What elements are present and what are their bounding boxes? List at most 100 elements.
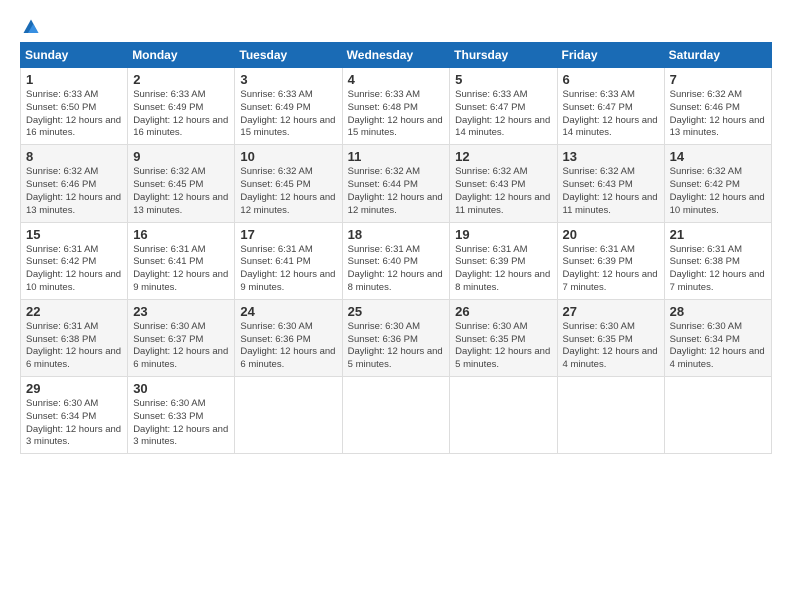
calendar-cell: 6 Sunrise: 6:33 AM Sunset: 6:47 PM Dayli… bbox=[557, 68, 664, 145]
day-info: Sunrise: 6:32 AM Sunset: 6:44 PM Dayligh… bbox=[348, 166, 445, 217]
day-number: 3 bbox=[240, 72, 336, 87]
day-info: Sunrise: 6:30 AM Sunset: 6:36 PM Dayligh… bbox=[240, 321, 336, 372]
calendar-cell: 18 Sunrise: 6:31 AM Sunset: 6:40 PM Dayl… bbox=[342, 222, 450, 299]
sunrise-label: Sunrise: 6:33 AM bbox=[563, 89, 635, 100]
sunset-label: Sunset: 6:39 PM bbox=[455, 256, 525, 267]
sunrise-label: Sunrise: 6:30 AM bbox=[133, 321, 205, 332]
daylight-label: Daylight: 12 hours and 16 minutes. bbox=[26, 115, 121, 139]
sunrise-label: Sunrise: 6:33 AM bbox=[26, 89, 98, 100]
calendar-week-row: 15 Sunrise: 6:31 AM Sunset: 6:42 PM Dayl… bbox=[21, 222, 772, 299]
calendar-cell: 2 Sunrise: 6:33 AM Sunset: 6:49 PM Dayli… bbox=[128, 68, 235, 145]
calendar-cell: 14 Sunrise: 6:32 AM Sunset: 6:42 PM Dayl… bbox=[664, 145, 771, 222]
day-number: 25 bbox=[348, 304, 445, 319]
calendar-cell: 16 Sunrise: 6:31 AM Sunset: 6:41 PM Dayl… bbox=[128, 222, 235, 299]
calendar-cell: 9 Sunrise: 6:32 AM Sunset: 6:45 PM Dayli… bbox=[128, 145, 235, 222]
sunrise-label: Sunrise: 6:31 AM bbox=[348, 244, 420, 255]
day-info: Sunrise: 6:30 AM Sunset: 6:35 PM Dayligh… bbox=[455, 321, 551, 372]
logo-icon bbox=[22, 18, 40, 36]
daylight-label: Daylight: 12 hours and 11 minutes. bbox=[563, 192, 658, 216]
sunrise-label: Sunrise: 6:32 AM bbox=[563, 166, 635, 177]
sunset-label: Sunset: 6:47 PM bbox=[455, 102, 525, 113]
calendar-cell bbox=[557, 377, 664, 454]
calendar-cell: 12 Sunrise: 6:32 AM Sunset: 6:43 PM Dayl… bbox=[450, 145, 557, 222]
day-info: Sunrise: 6:31 AM Sunset: 6:42 PM Dayligh… bbox=[26, 244, 122, 295]
sunrise-label: Sunrise: 6:30 AM bbox=[26, 398, 98, 409]
calendar-cell bbox=[450, 377, 557, 454]
day-info: Sunrise: 6:31 AM Sunset: 6:39 PM Dayligh… bbox=[455, 244, 551, 295]
day-number: 28 bbox=[670, 304, 766, 319]
daylight-label: Daylight: 12 hours and 5 minutes. bbox=[455, 346, 550, 370]
sunrise-label: Sunrise: 6:30 AM bbox=[563, 321, 635, 332]
weekday-header: Monday bbox=[128, 43, 235, 68]
sunset-label: Sunset: 6:43 PM bbox=[563, 179, 633, 190]
day-info: Sunrise: 6:32 AM Sunset: 6:45 PM Dayligh… bbox=[133, 166, 229, 217]
daylight-label: Daylight: 12 hours and 4 minutes. bbox=[670, 346, 765, 370]
day-info: Sunrise: 6:31 AM Sunset: 6:38 PM Dayligh… bbox=[26, 321, 122, 372]
day-number: 9 bbox=[133, 149, 229, 164]
daylight-label: Daylight: 12 hours and 3 minutes. bbox=[133, 424, 228, 448]
day-number: 4 bbox=[348, 72, 445, 87]
day-info: Sunrise: 6:31 AM Sunset: 6:41 PM Dayligh… bbox=[240, 244, 336, 295]
day-number: 19 bbox=[455, 227, 551, 242]
calendar-cell: 30 Sunrise: 6:30 AM Sunset: 6:33 PM Dayl… bbox=[128, 377, 235, 454]
header bbox=[20, 18, 772, 32]
sunset-label: Sunset: 6:36 PM bbox=[348, 334, 418, 345]
day-number: 26 bbox=[455, 304, 551, 319]
sunset-label: Sunset: 6:36 PM bbox=[240, 334, 310, 345]
calendar-cell: 21 Sunrise: 6:31 AM Sunset: 6:38 PM Dayl… bbox=[664, 222, 771, 299]
sunset-label: Sunset: 6:46 PM bbox=[26, 179, 96, 190]
day-number: 20 bbox=[563, 227, 659, 242]
day-number: 7 bbox=[670, 72, 766, 87]
day-info: Sunrise: 6:31 AM Sunset: 6:39 PM Dayligh… bbox=[563, 244, 659, 295]
day-info: Sunrise: 6:30 AM Sunset: 6:36 PM Dayligh… bbox=[348, 321, 445, 372]
calendar-cell: 23 Sunrise: 6:30 AM Sunset: 6:37 PM Dayl… bbox=[128, 299, 235, 376]
day-number: 13 bbox=[563, 149, 659, 164]
sunset-label: Sunset: 6:42 PM bbox=[26, 256, 96, 267]
calendar-cell: 28 Sunrise: 6:30 AM Sunset: 6:34 PM Dayl… bbox=[664, 299, 771, 376]
calendar-cell: 25 Sunrise: 6:30 AM Sunset: 6:36 PM Dayl… bbox=[342, 299, 450, 376]
sunrise-label: Sunrise: 6:31 AM bbox=[240, 244, 312, 255]
day-number: 11 bbox=[348, 149, 445, 164]
day-info: Sunrise: 6:30 AM Sunset: 6:34 PM Dayligh… bbox=[26, 398, 122, 449]
calendar-table: SundayMondayTuesdayWednesdayThursdayFrid… bbox=[20, 42, 772, 454]
sunset-label: Sunset: 6:34 PM bbox=[670, 334, 740, 345]
daylight-label: Daylight: 12 hours and 12 minutes. bbox=[240, 192, 335, 216]
calendar-cell: 3 Sunrise: 6:33 AM Sunset: 6:49 PM Dayli… bbox=[235, 68, 342, 145]
sunrise-label: Sunrise: 6:30 AM bbox=[133, 398, 205, 409]
sunrise-label: Sunrise: 6:30 AM bbox=[240, 321, 312, 332]
sunset-label: Sunset: 6:45 PM bbox=[133, 179, 203, 190]
day-number: 22 bbox=[26, 304, 122, 319]
calendar-cell: 11 Sunrise: 6:32 AM Sunset: 6:44 PM Dayl… bbox=[342, 145, 450, 222]
calendar-cell: 8 Sunrise: 6:32 AM Sunset: 6:46 PM Dayli… bbox=[21, 145, 128, 222]
daylight-label: Daylight: 12 hours and 8 minutes. bbox=[455, 269, 550, 293]
day-number: 24 bbox=[240, 304, 336, 319]
daylight-label: Daylight: 12 hours and 10 minutes. bbox=[26, 269, 121, 293]
calendar-cell bbox=[342, 377, 450, 454]
sunrise-label: Sunrise: 6:30 AM bbox=[455, 321, 527, 332]
sunset-label: Sunset: 6:47 PM bbox=[563, 102, 633, 113]
calendar-cell bbox=[664, 377, 771, 454]
calendar-cell: 4 Sunrise: 6:33 AM Sunset: 6:48 PM Dayli… bbox=[342, 68, 450, 145]
sunrise-label: Sunrise: 6:31 AM bbox=[133, 244, 205, 255]
calendar-cell: 26 Sunrise: 6:30 AM Sunset: 6:35 PM Dayl… bbox=[450, 299, 557, 376]
day-number: 12 bbox=[455, 149, 551, 164]
day-info: Sunrise: 6:31 AM Sunset: 6:41 PM Dayligh… bbox=[133, 244, 229, 295]
day-number: 18 bbox=[348, 227, 445, 242]
daylight-label: Daylight: 12 hours and 6 minutes. bbox=[240, 346, 335, 370]
sunset-label: Sunset: 6:35 PM bbox=[455, 334, 525, 345]
day-number: 21 bbox=[670, 227, 766, 242]
calendar-cell: 7 Sunrise: 6:32 AM Sunset: 6:46 PM Dayli… bbox=[664, 68, 771, 145]
sunset-label: Sunset: 6:38 PM bbox=[26, 334, 96, 345]
daylight-label: Daylight: 12 hours and 5 minutes. bbox=[348, 346, 443, 370]
daylight-label: Daylight: 12 hours and 4 minutes. bbox=[563, 346, 658, 370]
day-info: Sunrise: 6:30 AM Sunset: 6:37 PM Dayligh… bbox=[133, 321, 229, 372]
calendar-cell: 19 Sunrise: 6:31 AM Sunset: 6:39 PM Dayl… bbox=[450, 222, 557, 299]
daylight-label: Daylight: 12 hours and 14 minutes. bbox=[455, 115, 550, 139]
daylight-label: Daylight: 12 hours and 6 minutes. bbox=[26, 346, 121, 370]
sunset-label: Sunset: 6:34 PM bbox=[26, 411, 96, 422]
sunrise-label: Sunrise: 6:30 AM bbox=[670, 321, 742, 332]
daylight-label: Daylight: 12 hours and 8 minutes. bbox=[348, 269, 443, 293]
daylight-label: Daylight: 12 hours and 12 minutes. bbox=[348, 192, 443, 216]
sunrise-label: Sunrise: 6:31 AM bbox=[455, 244, 527, 255]
daylight-label: Daylight: 12 hours and 3 minutes. bbox=[26, 424, 121, 448]
